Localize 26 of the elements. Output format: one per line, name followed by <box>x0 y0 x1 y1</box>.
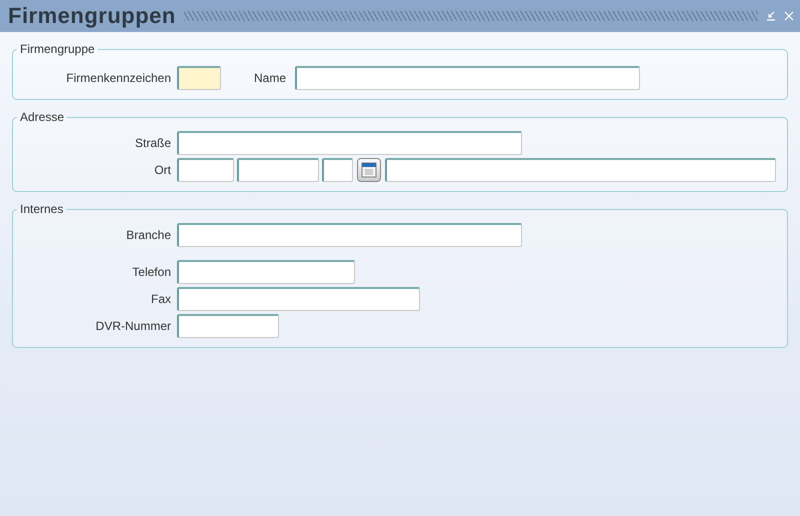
field-label: Branche <box>125 228 171 242</box>
field-label: Telefon <box>131 265 171 279</box>
input-field[interactable] <box>177 158 234 182</box>
input-field[interactable] <box>177 131 522 155</box>
input-field[interactable] <box>322 158 353 182</box>
close-icon[interactable] <box>784 11 794 21</box>
field-label: Fax <box>150 292 171 306</box>
input-field[interactable] <box>237 158 319 182</box>
calendar-button[interactable] <box>357 158 381 182</box>
input-field[interactable] <box>385 158 776 182</box>
input-field[interactable] <box>177 287 420 311</box>
input-field[interactable] <box>295 66 640 90</box>
field-label: Firmenkennzeichen <box>65 71 171 85</box>
input-field[interactable] <box>177 66 221 90</box>
group-title: Internes <box>19 202 64 216</box>
input-field[interactable] <box>177 314 279 338</box>
input-field[interactable] <box>177 260 355 284</box>
group-title: Firmengruppe <box>19 42 96 56</box>
input-field[interactable] <box>177 223 522 247</box>
field-label: DVR-Nummer <box>94 319 171 333</box>
field-label: Ort <box>153 163 171 177</box>
minimize-icon[interactable] <box>766 11 776 21</box>
group-title: Adresse <box>19 110 66 124</box>
window-title: Firmengruppen <box>8 3 176 29</box>
field-label: Straße <box>134 136 171 150</box>
field-label: Name <box>254 71 286 85</box>
